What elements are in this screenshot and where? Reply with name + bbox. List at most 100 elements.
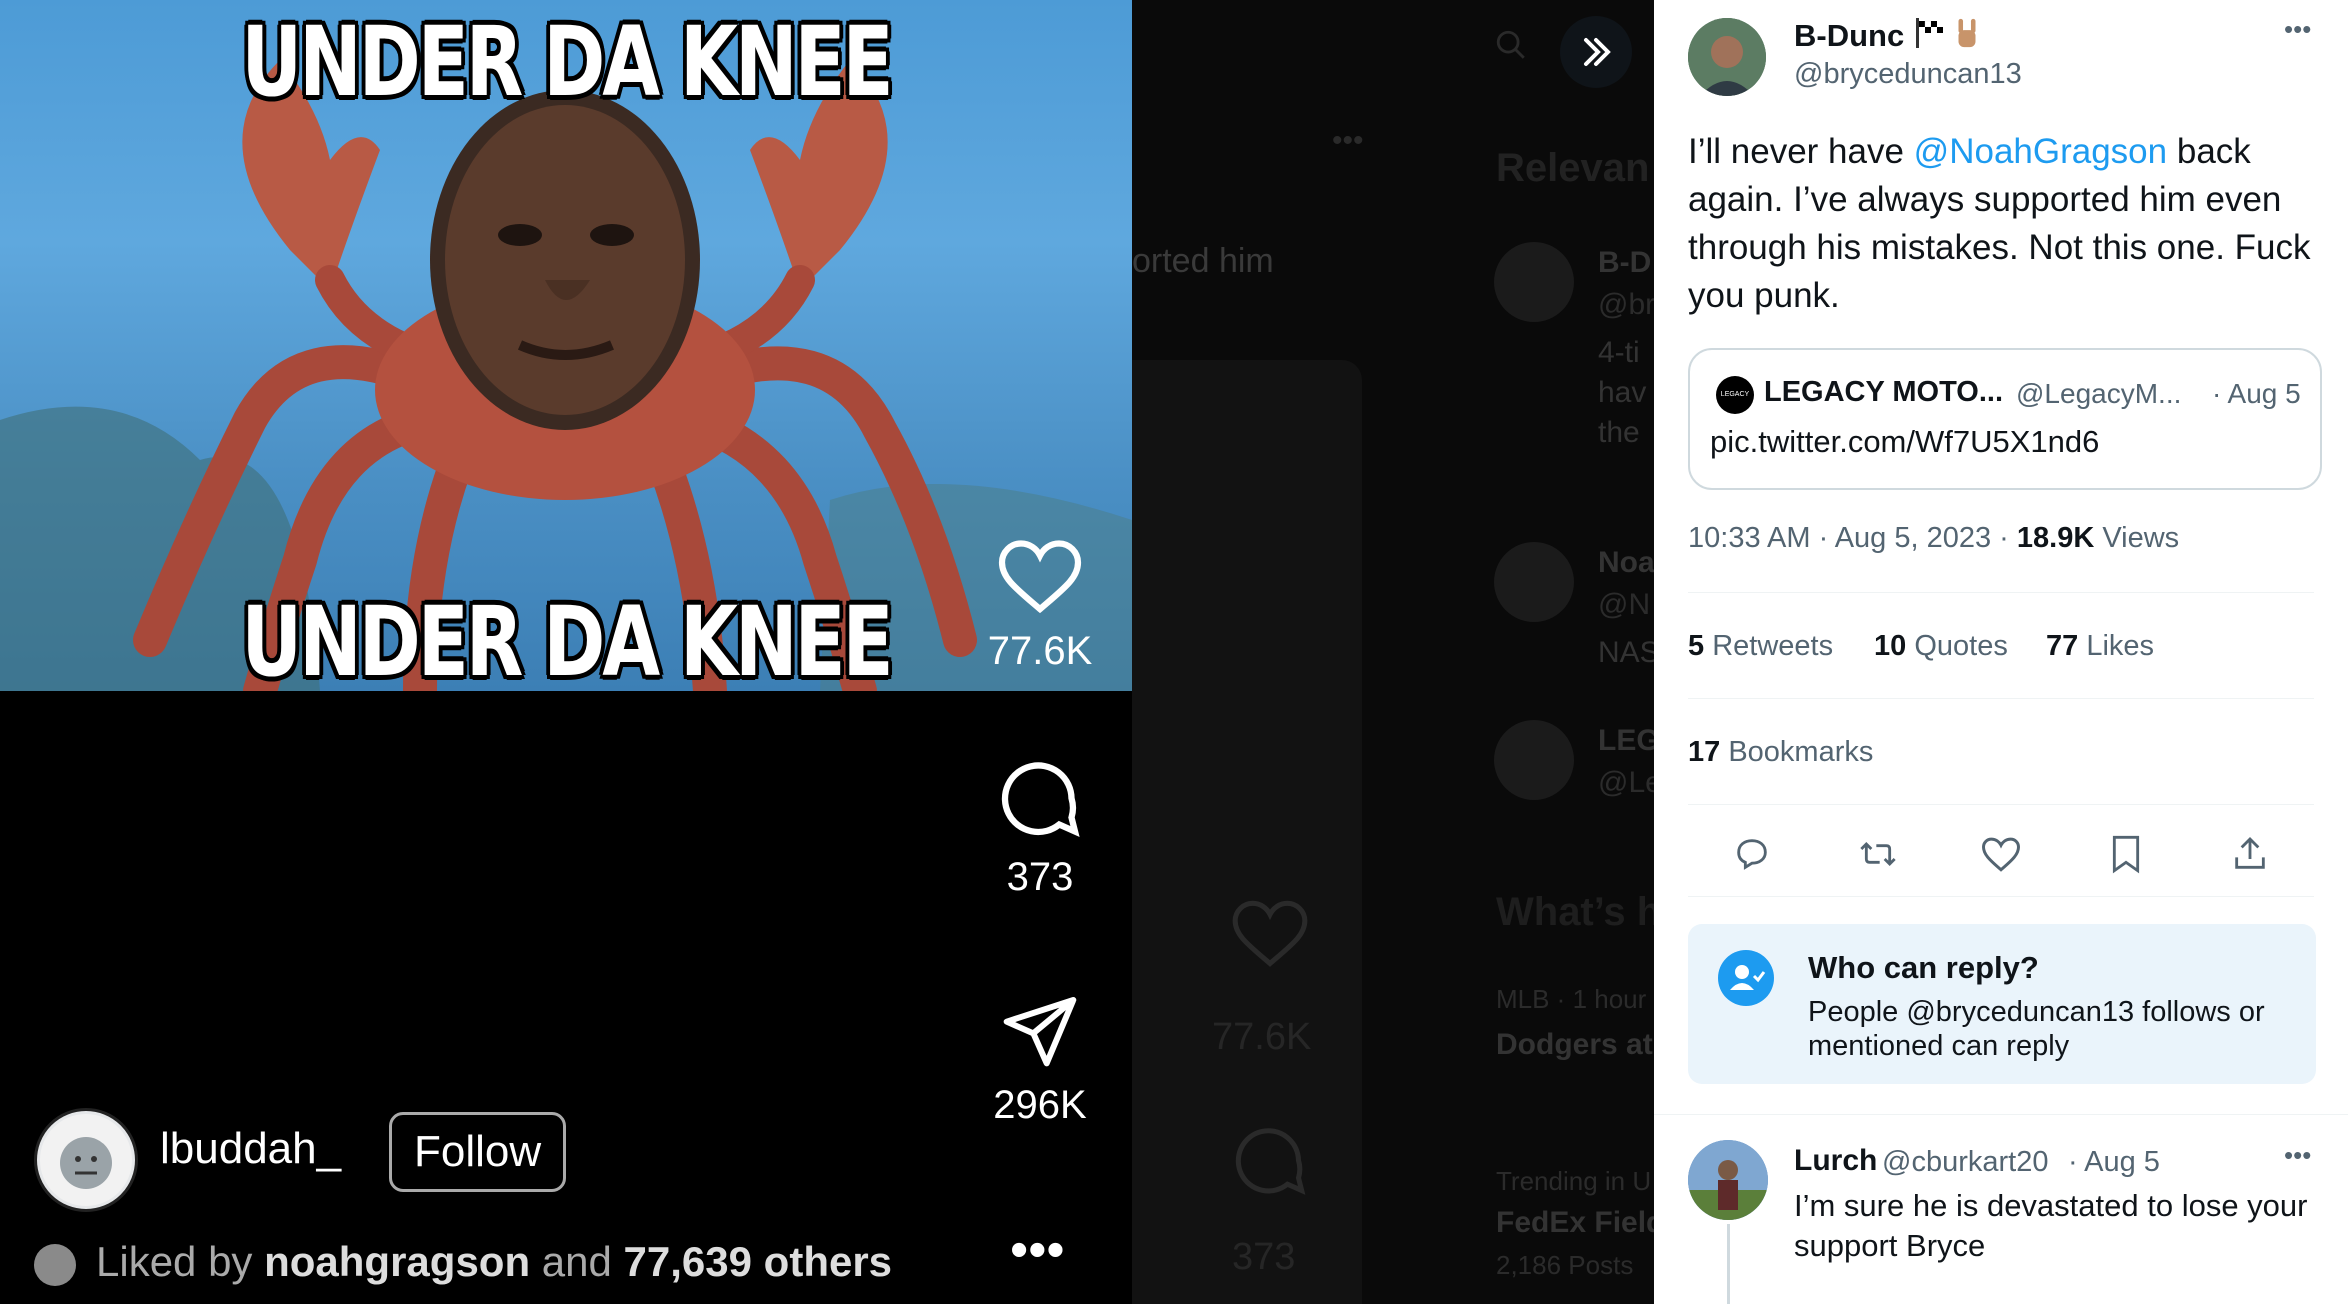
comment-count: 373: [1006, 855, 1074, 899]
tweet-time[interactable]: 10:33 AM · Aug 5, 2023 ·: [1688, 522, 2009, 554]
ghost-trend2-meta: Trending in U: [1496, 1166, 1652, 1196]
reply-author-handle[interactable]: @cburkart20: [1882, 1146, 2048, 1179]
collapse-panel-button[interactable]: [1560, 16, 1632, 88]
reply-author-name[interactable]: Lurch: [1794, 1144, 1877, 1178]
author-name[interactable]: B-Dunc: [1794, 18, 1904, 54]
like-button[interactable]: 77.6K: [970, 540, 1110, 674]
reel-username[interactable]: lbuddah_: [160, 1124, 341, 1174]
ghost-row1-text1: 4-ti: [1598, 336, 1640, 369]
liked-by-and: and: [541, 1238, 612, 1285]
retweet-icon[interactable]: [1856, 834, 1900, 874]
checkered-flag-icon: [1916, 18, 1943, 48]
tweet-text-part1: I’ll never have: [1688, 132, 1914, 171]
liked-by-others[interactable]: 77,639 others: [624, 1238, 893, 1285]
dimmed-background-panel: orted him ••• Relevan B-D @br 4-ti hav t…: [1132, 0, 1654, 1304]
quote-date: · Aug 5: [2212, 378, 2301, 409]
ghost-row1-text2: hav: [1598, 376, 1647, 409]
ghost-comment-count: 373: [1232, 1236, 1296, 1278]
avatar[interactable]: [34, 1108, 138, 1212]
more-options-icon[interactable]: •••: [2284, 14, 2311, 45]
like-count: 77.6K: [987, 629, 1093, 673]
ghost-row1-text3: the: [1598, 416, 1640, 449]
who-can-reply-line1: People @bryceduncan13 follows or: [1808, 996, 2265, 1028]
likes-count: 77: [2046, 630, 2079, 662]
ghost-avatar-2: [1494, 542, 1574, 622]
views-label: Views: [2102, 522, 2180, 554]
retweets-stat[interactable]: 5 Retweets: [1688, 630, 1833, 663]
double-chevron-right-icon: [1584, 38, 1611, 66]
thread-line: [1727, 1224, 1730, 1304]
divider: [1654, 1114, 2348, 1115]
user-photo-icon: [1688, 18, 1766, 96]
more-options-icon[interactable]: •••: [1010, 1220, 1065, 1280]
heart-icon: [998, 540, 1082, 614]
tweet-text: I’ll never have @NoahGragson back again.…: [1688, 128, 2328, 320]
quote-author-handle: @LegacyM...: [2016, 378, 2182, 409]
comment-button[interactable]: 373: [970, 758, 1110, 900]
quote-avatar-text: LEGACY: [1720, 391, 1750, 398]
bookmark-icon[interactable]: [2108, 834, 2144, 874]
ghost-snippet: orted him: [1132, 242, 1274, 280]
person-check-icon: [1730, 965, 1766, 990]
quoted-tweet[interactable]: LEGACY LEGACY MOTO... @LegacyM... · Aug …: [1688, 348, 2322, 490]
rock-hand-icon: [1958, 18, 1976, 48]
divider: [1688, 804, 2314, 805]
tweet-timestamp: 10:33 AM · Aug 5, 2023 · 18.9K Views: [1688, 522, 2179, 555]
quotes-count: 10: [1874, 630, 1907, 662]
bookmarks-count: 17: [1688, 736, 1721, 768]
reply-icon[interactable]: [1732, 834, 1772, 874]
share-icon[interactable]: [2230, 834, 2270, 874]
bookmarks-label: Bookmarks: [1728, 736, 1874, 768]
reply-avatar[interactable]: [1688, 1140, 1768, 1220]
follow-button[interactable]: Follow: [389, 1112, 567, 1192]
ghost-trend1-title: Dodgers at: [1496, 1028, 1653, 1061]
reply-user-photo-icon: [1688, 1140, 1768, 1220]
likes-label: Likes: [2086, 630, 2155, 662]
divider: [1688, 896, 2314, 897]
reply-date[interactable]: · Aug 5: [2068, 1146, 2160, 1179]
who-can-reply-line2: mentioned can reply: [1808, 1030, 2070, 1062]
ghost-like-count: 77.6K: [1212, 1016, 1312, 1058]
ghost-row1-handle: @br: [1598, 288, 1654, 321]
quote-author-name: LEGACY MOTO...: [1764, 376, 2004, 408]
ghost-trend1-meta: MLB · 1 hour: [1496, 984, 1647, 1014]
liker-avatar: [34, 1243, 76, 1286]
share-button[interactable]: 296K: [970, 990, 1110, 1128]
ghost-heart-icon: [1232, 900, 1308, 967]
quote-avatar: LEGACY: [1716, 376, 1754, 414]
share-count: 296K: [993, 1083, 1087, 1127]
ghost-row2-text: NAS: [1598, 636, 1654, 669]
meme-image: UNDER DA KNEE UNDER DA KNEE: [0, 0, 1132, 691]
author-handle[interactable]: @bryceduncan13: [1794, 58, 2022, 91]
ghost-row2-handle: @N: [1598, 588, 1651, 621]
bookmarks-stat[interactable]: 17 Bookmarks: [1688, 736, 1873, 769]
ghost-avatar-1: [1494, 242, 1574, 322]
avatar[interactable]: [1688, 18, 1766, 96]
liked-by-user[interactable]: noahgragson: [264, 1238, 530, 1285]
retweets-label: Retweets: [1712, 630, 1834, 662]
ghost-more-icon: •••: [1332, 124, 1364, 157]
ghost-row3-handle: @Le: [1598, 766, 1654, 799]
who-can-reply-title: Who can reply?: [1808, 950, 2039, 985]
reply-text-line1: I’m sure he is devastated to lose your: [1794, 1188, 2308, 1223]
comment-icon: [1001, 762, 1080, 838]
quotes-label: Quotes: [1914, 630, 2008, 662]
ghost-row3-name: LEG: [1598, 724, 1654, 757]
mention-link[interactable]: @NoahGragson: [1914, 132, 2167, 171]
views-count: 18.9K: [2016, 522, 2095, 554]
liked-by-prefix: Liked by: [96, 1238, 253, 1285]
quotes-stat[interactable]: 10 Quotes: [1874, 630, 2008, 663]
like-icon[interactable]: [1980, 834, 2022, 874]
ghost-whats-heading: What’s h: [1496, 890, 1654, 934]
quote-link[interactable]: pic.twitter.com/Wf7U5X1nd6: [1710, 424, 2099, 460]
likes-stat[interactable]: 77 Likes: [2046, 630, 2154, 663]
liked-by-line[interactable]: Liked by noahgragson and 77,639 others: [34, 1238, 892, 1286]
meme-caption-bottom: UNDER DA KNEE: [241, 586, 893, 691]
reply-restriction-icon: [1718, 950, 1774, 1006]
search-icon: [1496, 30, 1525, 59]
reply-text-line2: support Bryce: [1794, 1228, 1986, 1263]
tweet-detail-panel: B-Dunc @bryceduncan13 ••• I’ll never hav…: [1654, 0, 2348, 1304]
ghost-trend2-posts: 2,186 Posts: [1496, 1250, 1634, 1280]
send-icon: [1003, 997, 1077, 1067]
reply-more-icon[interactable]: •••: [2284, 1140, 2311, 1171]
